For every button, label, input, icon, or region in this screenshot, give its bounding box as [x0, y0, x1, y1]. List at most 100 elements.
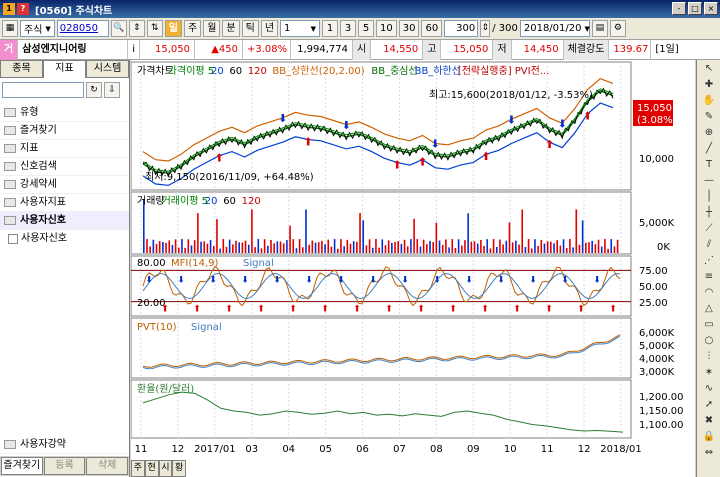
x-tick-label: 12 [172, 444, 185, 455]
text-icon[interactable]: T [699, 157, 719, 172]
interval-select[interactable]: 1 ▼ [280, 20, 321, 37]
bottom-tab-status[interactable]: 황 [172, 460, 186, 477]
buy-signal-arrow: ⬆ [609, 305, 617, 315]
tree-item-strength[interactable]: 강세약세 [0, 176, 129, 194]
chart-canvas[interactable]: 11 12 2017/01 03 04 05 06 07 08 09 10 11 12 2018/01 ⬆ ⬇… [131, 60, 695, 477]
tree-label: 강세약세 [20, 178, 57, 190]
crosshair-icon[interactable]: ✚ [699, 77, 719, 92]
print-icon[interactable]: ▤ [591, 20, 608, 37]
period-week-button[interactable]: 주 [184, 20, 202, 37]
eraser-icon[interactable]: ✎ [699, 109, 719, 124]
period-day-button[interactable]: 일 [164, 20, 182, 37]
market-select[interactable]: 주식 ▼ [20, 20, 55, 37]
tree-item-user-indicator[interactable]: 사용자지표 [0, 194, 129, 212]
volume-bar [588, 242, 590, 253]
open-price: 14,550 [371, 39, 424, 60]
delete-button[interactable]: 삭제 [86, 457, 129, 475]
period-tick-button[interactable]: 틱 [241, 20, 259, 37]
tree-subitem-user-signal[interactable]: 사용자신호 [0, 230, 129, 248]
quick-1-button[interactable]: 1 [322, 20, 339, 37]
scroll-icon[interactable]: ⇔ [699, 445, 719, 460]
volume-bar [508, 222, 511, 253]
fan-icon[interactable]: ⋰ [699, 253, 719, 268]
period-year-button[interactable]: 년 [260, 20, 279, 37]
lock-icon[interactable]: 🔒 [699, 429, 719, 444]
bottom-tab-week[interactable]: 주 [131, 460, 145, 477]
period-minute-button[interactable]: 분 [222, 20, 240, 37]
volume-bar [362, 220, 365, 253]
spin-icon[interactable]: ⇅ [146, 20, 163, 37]
volume-bar [298, 239, 301, 253]
y-tick-label: 1,150.00 [639, 406, 684, 417]
quick-30-button[interactable]: 30 [398, 20, 420, 37]
fibonacci-icon[interactable]: ≡ [699, 269, 719, 284]
andrews-icon[interactable]: ⫶ [699, 349, 719, 364]
quick-3-button[interactable]: 3 [340, 20, 357, 37]
cycle-icon[interactable]: ∿ [699, 381, 719, 396]
tree-item-user-signal[interactable]: 사용자신호 [0, 212, 129, 230]
quick-10-button[interactable]: 10 [376, 20, 397, 37]
register-button[interactable]: 등록 [43, 457, 86, 475]
cursor-icon[interactable]: ↖ [699, 61, 719, 76]
chart-area[interactable]: 11 12 2017/01 03 04 05 06 07 08 09 10 11 12 2018/01 ⬆ ⬇… [131, 60, 695, 477]
tree-item-indicator[interactable]: 지표 [0, 140, 129, 158]
tab-system[interactable]: 시스템 [86, 60, 129, 78]
app-icon[interactable]: 1 [3, 3, 15, 15]
arrow-icon[interactable]: ➚ [699, 397, 719, 412]
arrow-up-down-icon[interactable]: ⇕ [128, 20, 145, 37]
tab-indicator[interactable]: 지표 [43, 60, 86, 78]
refresh-icon[interactable]: ↻ [86, 82, 102, 98]
quick-60-button[interactable]: 60 [421, 20, 443, 37]
period-month-button[interactable]: 월 [203, 20, 221, 37]
channel-icon[interactable]: ⫽ [699, 237, 719, 252]
volume-bar [375, 239, 377, 253]
bottom-tab-current[interactable]: 현 [144, 460, 159, 477]
zoom-icon[interactable]: ⊕ [699, 125, 719, 140]
horizontal-line-icon[interactable]: — [699, 173, 719, 188]
circle-icon[interactable]: ○ [699, 333, 719, 348]
gear-icon[interactable]: ⚙ [609, 20, 626, 37]
line-icon[interactable]: ╱ [699, 141, 719, 156]
trend-line-icon[interactable]: ⟋ [699, 221, 719, 236]
volume-bar [527, 239, 530, 253]
volume-bar [359, 213, 361, 253]
download-icon[interactable]: ⇩ [104, 82, 120, 98]
bottom-tab-market[interactable]: 시 [158, 460, 173, 477]
tree-item-favorites[interactable]: 즐겨찾기 [0, 122, 129, 140]
volume-bar [171, 245, 174, 253]
tab-stock[interactable]: 종목 [0, 60, 43, 78]
vertical-line-icon[interactable]: │ [699, 189, 719, 204]
delete-drawing-icon[interactable]: ✖ [699, 413, 719, 428]
minimize-button[interactable]: - [672, 2, 686, 15]
favorites-button[interactable]: 즐겨찾기 [1, 457, 43, 475]
legend-entry: [전략실행중] PVI전... [458, 65, 550, 77]
maximize-button[interactable]: □ [688, 2, 702, 15]
tree-item-type[interactable]: 유형 [0, 104, 129, 122]
volume-bar [321, 240, 323, 253]
stock-code-input[interactable]: 028050 [56, 20, 109, 37]
tree-item-user-strength[interactable]: 사용자강약 [0, 436, 129, 454]
volume-bar [158, 241, 161, 253]
volume-bar [384, 245, 387, 253]
info-button[interactable]: i [128, 39, 140, 60]
count-input[interactable]: 300 [444, 20, 479, 37]
gann-icon[interactable]: ✶ [699, 365, 719, 380]
drawing-tools: ↖ ✚ ✋ ✎ ⊕ ╱ T — │ ┼ ⟋ ⫽ ⋰ ≡ ◠ △ ▭ ○ ⫶ ✶ … [696, 60, 720, 477]
search-icon[interactable]: 🔍 [110, 20, 127, 37]
triangle-icon[interactable]: △ [699, 301, 719, 316]
indicator-search-input[interactable] [2, 82, 84, 98]
grid-icon[interactable]: ▦ [2, 20, 18, 37]
tree-item-signal-search[interactable]: 신호검색 [0, 158, 129, 176]
cross-line-icon[interactable]: ┼ [699, 205, 719, 220]
hand-icon[interactable]: ✋ [699, 93, 719, 108]
volume-bar [585, 242, 587, 253]
volume-bar [559, 245, 562, 253]
count-spin-icon[interactable]: ⇕ [480, 20, 491, 37]
rectangle-icon[interactable]: ▭ [699, 317, 719, 332]
arc-icon[interactable]: ◠ [699, 285, 719, 300]
stock-badge[interactable]: 거 [0, 39, 19, 60]
quick-5-button[interactable]: 5 [358, 20, 375, 37]
close-button[interactable]: × [704, 2, 718, 15]
help-icon[interactable]: ? [17, 3, 29, 15]
date-select[interactable]: 2018/01/20 ▼ [519, 20, 590, 37]
